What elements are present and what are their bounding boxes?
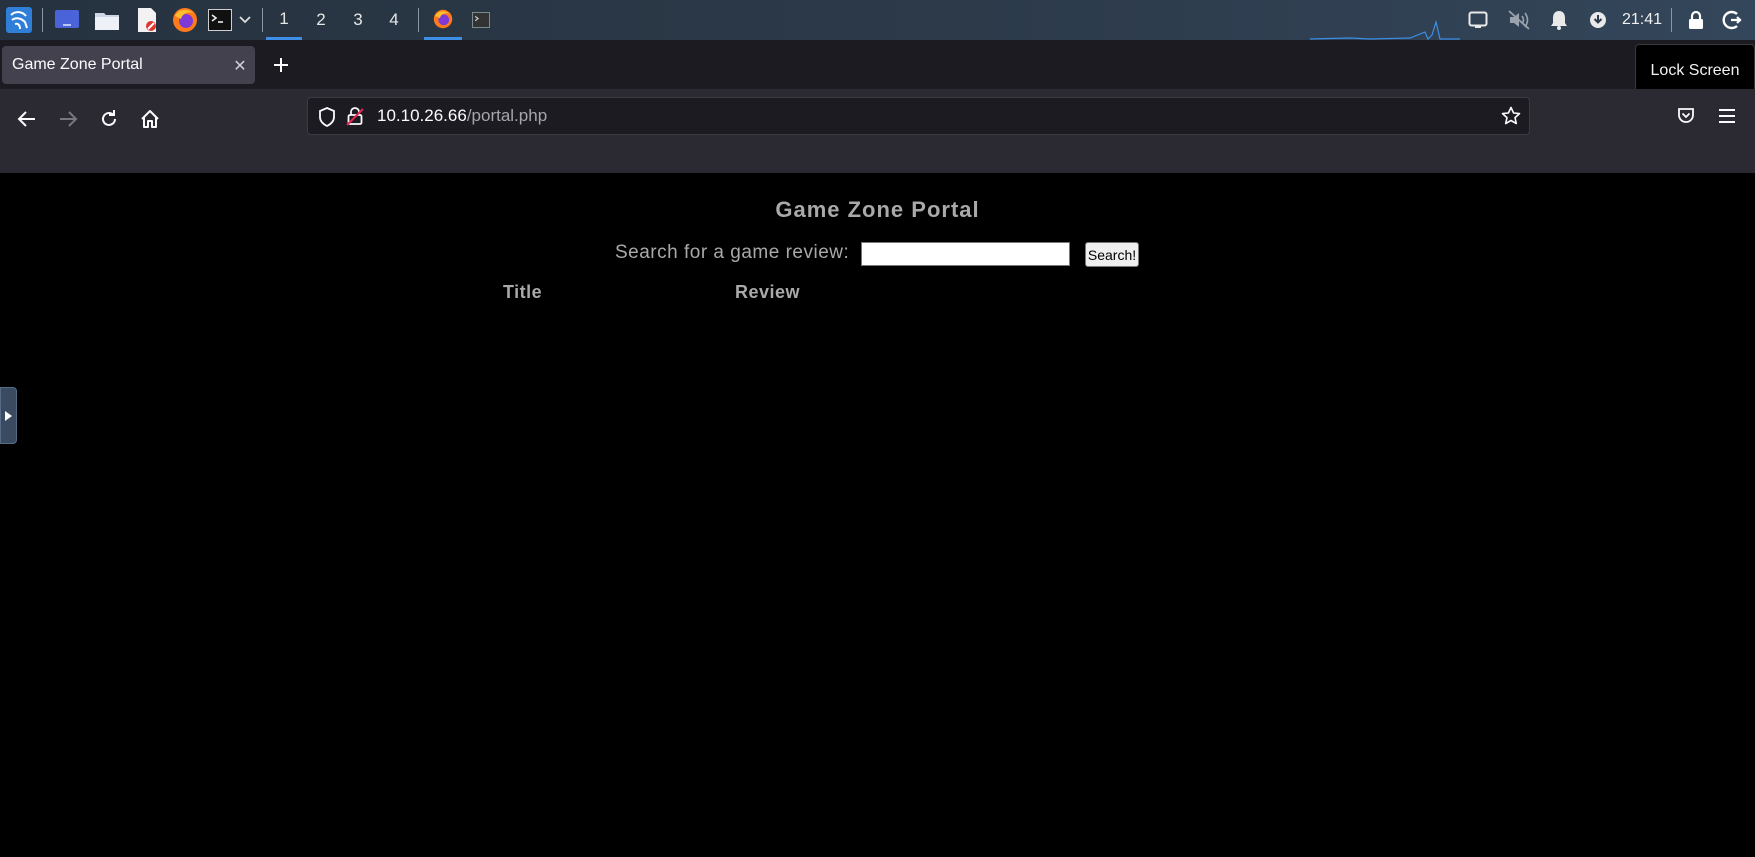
shield-icon[interactable] [318, 107, 336, 127]
taskbar-separator [262, 8, 263, 32]
hamburger-menu-icon [1719, 109, 1735, 123]
workspace-2[interactable]: 2 [303, 0, 339, 40]
column-header-review: Review [735, 282, 801, 302]
tab-title: Game Zone Portal [12, 56, 143, 73]
sidebar-toggle-handle[interactable] [0, 387, 17, 444]
files-icon[interactable] [92, 6, 122, 34]
url-text[interactable]: 10.10.26.66/portal.php [377, 98, 547, 134]
cpu-graph [1310, 19, 1460, 40]
workspace-1[interactable]: 1 [266, 0, 302, 40]
new-tab-button[interactable] [266, 50, 296, 80]
dropdown-chevron-icon[interactable] [236, 6, 254, 34]
pocket-icon [1678, 108, 1694, 123]
terminal-window-icon[interactable] [462, 0, 500, 40]
app-menu-button[interactable] [1711, 100, 1743, 132]
logout-icon[interactable] [1719, 0, 1745, 40]
taskbar-separator [42, 8, 43, 32]
page-content: Game Zone Portal Search for a game revie… [0, 173, 1755, 857]
search-label: Search for a game review: [615, 242, 850, 263]
workspace-3[interactable]: 3 [340, 0, 376, 40]
back-button[interactable] [11, 103, 43, 135]
page-title: Game Zone Portal [775, 197, 980, 222]
back-arrow-icon [17, 111, 35, 127]
reload-icon [102, 110, 116, 126]
forward-arrow-icon [60, 111, 78, 127]
bookmark-star-icon[interactable] [1501, 106, 1521, 126]
browser-tab[interactable]: Game Zone Portal ✕ [2, 46, 255, 84]
kali-menu-icon[interactable] [4, 6, 34, 34]
firefox-icon[interactable] [170, 6, 200, 34]
forward-button[interactable] [52, 103, 84, 135]
desktop-icon[interactable] [52, 6, 82, 34]
os-taskbar: 1 2 3 4 21:41 [0, 0, 1755, 41]
taskbar-separator [418, 8, 419, 32]
plus-icon [274, 58, 288, 72]
updates-icon[interactable] [1584, 0, 1612, 40]
display-icon[interactable] [1464, 0, 1492, 40]
url-path: /portal.php [466, 106, 548, 125]
close-tab-icon[interactable]: ✕ [225, 56, 255, 75]
lock-icon[interactable] [1683, 0, 1709, 40]
reload-button[interactable] [93, 103, 125, 135]
taskbar-separator [1671, 8, 1672, 32]
search-input[interactable] [861, 242, 1070, 266]
browser-navbar: 10.10.26.66/portal.php [0, 89, 1755, 173]
column-header-title: Title [503, 282, 543, 302]
workspace-4[interactable]: 4 [376, 0, 412, 40]
pocket-button[interactable] [1670, 100, 1702, 132]
clock[interactable]: 21:41 [1616, 0, 1668, 40]
audio-muted-icon[interactable] [1505, 0, 1533, 40]
home-icon [141, 110, 159, 128]
home-button[interactable] [134, 103, 166, 135]
firefox-window-icon[interactable] [424, 0, 462, 40]
url-host: 10.10.26.66 [377, 106, 467, 125]
url-bar[interactable]: 10.10.26.66/portal.php [307, 97, 1530, 135]
search-button[interactable]: Search! [1085, 242, 1139, 267]
terminal-icon[interactable] [206, 6, 234, 34]
browser-tab-strip: Game Zone Portal ✕ [0, 40, 1755, 89]
notifications-icon[interactable] [1545, 0, 1573, 40]
text-editor-icon[interactable] [132, 6, 162, 34]
insecure-lock-icon[interactable] [346, 106, 364, 126]
play-arrow-icon [5, 411, 12, 421]
